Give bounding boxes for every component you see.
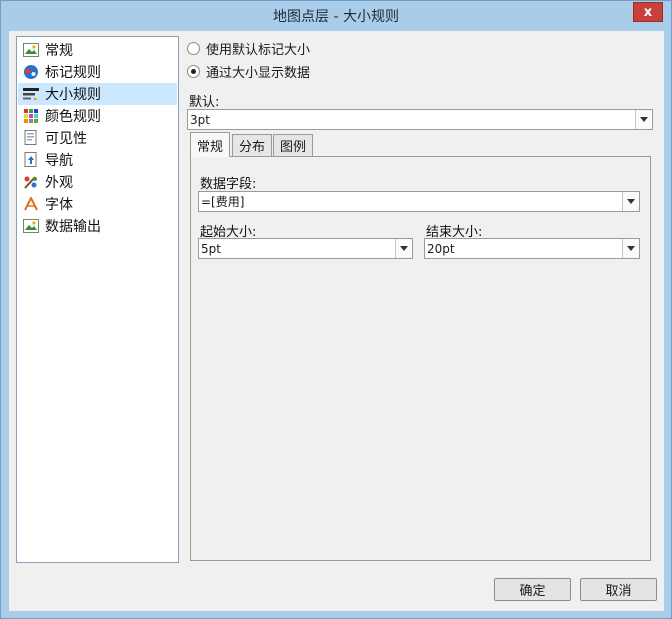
close-button[interactable]: x [633,2,663,22]
cancel-button-label: 取消 [605,584,632,599]
sidebar-item-label: 导航 [45,153,73,169]
size-rule-icon [23,86,39,102]
sidebar-item-label: 外观 [45,175,73,191]
default-size-combo[interactable]: 3pt [187,109,653,130]
sidebar-item-label: 数据输出 [45,219,101,235]
combo-value: =[费用] [201,195,245,209]
sidebar-item-general[interactable]: 常规 [18,39,177,61]
combo-value: 3pt [190,112,210,127]
tab-distribution[interactable]: 分布 [232,134,273,156]
navigation-icon [23,152,39,168]
cancel-button[interactable]: 取消 [580,578,657,601]
sidebar-item-label: 大小规则 [45,87,101,103]
sidebar-item-label: 常规 [45,43,73,59]
radio-button[interactable] [187,41,200,55]
marker-rule-icon [23,64,39,80]
sidebar-item-navigation[interactable]: 导航 [18,149,177,171]
sidebar-item-label: 可见性 [45,131,87,147]
chevron-down-icon[interactable] [395,239,412,258]
sidebar-item-label: 字体 [45,197,73,213]
sidebar-item-appearance[interactable]: 外观 [18,171,177,193]
sidebar-item-label: 颜色规则 [45,109,101,125]
ok-button-label: 确定 [519,584,546,599]
tab-label: 常规 [197,139,224,155]
tab-general[interactable]: 常规 [190,132,231,157]
title-bar[interactable]: 地图点层 - 大小规则 x [1,1,671,31]
sidebar-item-visibility[interactable]: 可见性 [18,127,177,149]
window-title: 地图点层 - 大小规则 [273,9,399,25]
radio-label: 通过大小显示数据 [206,65,311,81]
radio-button[interactable] [187,64,200,78]
font-icon [23,196,39,212]
sidebar-item-font[interactable]: 字体 [18,193,177,215]
sidebar-item-data-output[interactable]: 数据输出 [18,215,177,237]
image-icon [23,42,39,58]
visibility-icon [23,130,39,146]
data-field-combo[interactable]: =[费用] [198,191,640,212]
start-size-combo[interactable]: 5pt [198,238,413,259]
color-grid-icon [23,108,39,124]
default-size-label: 默认: [189,95,220,110]
radio-label: 使用默认标记大小 [206,42,311,58]
dialog-window: 地图点层 - 大小规则 x 常规 标记规则 大小规则 颜色规则 可见性 导航 外… [0,0,672,619]
chevron-down-icon[interactable] [622,239,639,258]
ok-button[interactable]: 确定 [494,578,571,601]
chevron-down-icon[interactable] [622,192,639,211]
data-field-label: 数据字段: [200,177,257,192]
tab-panel-general [190,156,651,561]
appearance-icon [23,174,39,190]
tab-label: 分布 [239,140,266,155]
sidebar-item-marker-rules[interactable]: 标记规则 [18,61,177,83]
radio-default-size[interactable]: 使用默认标记大小 [187,39,311,58]
sidebar-item-label: 标记规则 [45,65,101,81]
end-size-combo[interactable]: 20pt [424,238,640,259]
category-list: 常规 标记规则 大小规则 颜色规则 可见性 导航 外观 字体 数据输出 [16,36,179,563]
combo-value: 5pt [201,241,221,256]
sidebar-item-size-rules[interactable]: 大小规则 [18,83,177,105]
combo-value: 20pt [427,241,455,256]
tab-legend[interactable]: 图例 [273,134,314,156]
data-output-icon [23,218,39,234]
tab-label: 图例 [280,140,307,155]
radio-size-by-data[interactable]: 通过大小显示数据 [187,62,311,81]
dialog-body: 常规 标记规则 大小规则 颜色规则 可见性 导航 外观 字体 数据输出 使用默认… [9,31,664,611]
chevron-down-icon[interactable] [635,110,652,129]
close-icon: x [643,4,653,20]
sidebar-item-color-rules[interactable]: 颜色规则 [18,105,177,127]
